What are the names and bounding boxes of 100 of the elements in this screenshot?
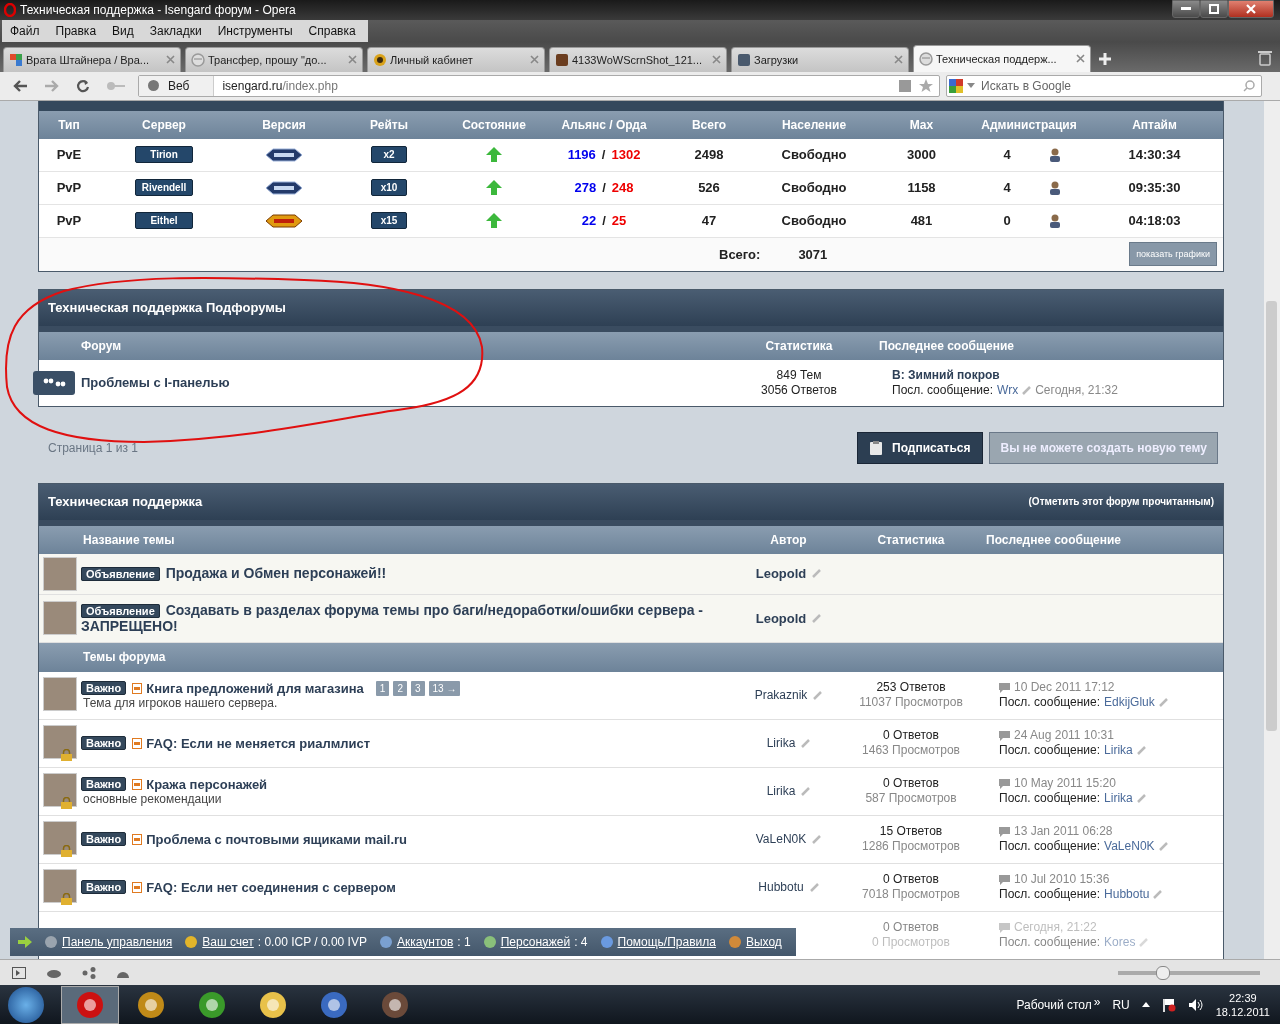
- horde-count: 248: [611, 180, 634, 196]
- forum-icon[interactable]: [33, 370, 75, 395]
- forum-link[interactable]: Проблемы с I-панелью: [81, 375, 230, 391]
- app-icon: [380, 989, 410, 1020]
- user-link[interactable]: Hubbotu: [1104, 887, 1150, 903]
- author-link[interactable]: Leopold: [755, 566, 807, 582]
- person-icon[interactable]: [1048, 180, 1061, 195]
- tag-icon: [812, 569, 822, 579]
- zone-label: Веб: [168, 78, 190, 93]
- server-badge: Tirion: [135, 146, 193, 164]
- author-link[interactable]: Prakaznik: [754, 688, 808, 703]
- browser-tab[interactable]: Загрузки: [731, 46, 909, 72]
- browser-tab[interactable]: Трансфер, прошу "до...: [185, 46, 363, 72]
- back-icon[interactable]: [12, 78, 28, 93]
- toolbar-link[interactable]: Ваш счет: [202, 934, 254, 949]
- reload-icon[interactable]: [76, 78, 90, 93]
- table-cell-text: Свободно: [780, 213, 848, 229]
- clock[interactable]: 22:39 18.12.2011: [1215, 990, 1270, 1019]
- author-link[interactable]: Hubbotu: [758, 880, 804, 895]
- toolbar-link[interactable]: Помощь/Правила: [617, 934, 716, 949]
- toolbar-value: : 1: [457, 934, 471, 949]
- app-icon: [136, 989, 166, 1020]
- topic-title[interactable]: Проблема с почтовыми ящиками mail.ru: [146, 831, 408, 847]
- scrollbar[interactable]: [1264, 100, 1280, 960]
- topic-title[interactable]: Объявление Создавать в разделах форума темы про баги/недоработки/ошибки сервера - ЗАПРЕЩЕНО!: [81, 602, 741, 634]
- favicon-icon: [373, 52, 387, 67]
- new-tab-icon[interactable]: [1099, 52, 1111, 65]
- author-link[interactable]: Lirika: [766, 736, 796, 751]
- panel-toggle-icon[interactable]: [12, 966, 26, 979]
- views-count: 587 Просмотров: [865, 791, 957, 807]
- topic-title[interactable]: Объявление Продажа и Обмен персонажей!!: [81, 565, 741, 582]
- toolbar-link[interactable]: Аккаунтов: [396, 934, 454, 949]
- taskbar-button[interactable]: [61, 985, 119, 1024]
- share-icon[interactable]: [82, 966, 96, 979]
- zoom-slider[interactable]: [1118, 965, 1260, 980]
- replies-count: 0 Ответов: [883, 920, 939, 936]
- arrow-right-icon[interactable]: [18, 935, 32, 948]
- star-icon[interactable]: [919, 78, 933, 93]
- feed-icon[interactable]: [899, 79, 911, 92]
- user-link[interactable]: Wrx: [997, 382, 1019, 398]
- user-link[interactable]: EdkijGluk: [1104, 695, 1155, 711]
- menu-item[interactable]: Файл: [2, 19, 48, 42]
- table-cell-text: 2498: [693, 147, 725, 163]
- topic-title[interactable]: FAQ: Если не меняется риалмлист: [146, 735, 371, 751]
- toolbar-link[interactable]: Выход: [745, 934, 782, 949]
- horde-count: 25: [611, 213, 627, 229]
- language-indicator[interactable]: RU: [1112, 997, 1130, 1012]
- table-cell-text: 04:18:03: [1127, 213, 1182, 229]
- maximize-button[interactable]: [1200, 0, 1228, 18]
- table-cell-text: 14:30:34: [1127, 147, 1182, 163]
- sticky-tag: Важно: [81, 832, 127, 847]
- person-icon[interactable]: [1048, 147, 1061, 162]
- address-field[interactable]: Веб isengard.ru/index.php: [138, 74, 940, 97]
- last-post-title[interactable]: В: Зимний покров: [892, 367, 1223, 383]
- last-post-label: Посл. сообщение:: [999, 743, 1101, 759]
- table-cell-text: 09:35:30: [1127, 180, 1182, 196]
- menu-item[interactable]: Вид: [104, 19, 142, 42]
- trash-icon[interactable]: [1258, 49, 1272, 66]
- topic-title[interactable]: FAQ: Если нет соединения с сервером: [146, 879, 396, 895]
- security-zone[interactable]: Веб: [139, 75, 215, 96]
- show-hidden-icons-icon[interactable]: [1141, 1002, 1150, 1007]
- browser-tab[interactable]: Личный кабинет: [367, 46, 545, 72]
- dropdown-icon[interactable]: [967, 83, 975, 89]
- user-link[interactable]: Lirika: [1104, 743, 1133, 759]
- flag-icon[interactable]: [1161, 997, 1176, 1012]
- topic-title[interactable]: Книга предложений для магазина: [146, 680, 364, 696]
- separator: /: [602, 213, 606, 229]
- browser-tab[interactable]: 4133WoWScrnShot_121...: [549, 46, 727, 72]
- toolbar-link[interactable]: Панель управления: [62, 934, 173, 949]
- tag-icon: [1158, 698, 1168, 708]
- cloud-icon[interactable]: [46, 967, 62, 978]
- post-date: 10 May 2011 15:20: [1014, 776, 1116, 792]
- tag-icon: [1158, 842, 1168, 852]
- user-link[interactable]: Lirika: [1104, 791, 1133, 807]
- person-icon[interactable]: [1048, 213, 1061, 228]
- globe-icon: [147, 79, 160, 93]
- user-icon: [378, 934, 393, 949]
- author-link[interactable]: VaLeN0K: [755, 832, 807, 847]
- desktop-toolbar[interactable]: Рабочий стол: [1016, 997, 1092, 1012]
- speaker-icon[interactable]: [1187, 997, 1204, 1012]
- topic-title[interactable]: Кража персонажей: [146, 776, 268, 792]
- close-button[interactable]: [1228, 0, 1274, 18]
- author-link[interactable]: Leopold: [755, 610, 807, 626]
- topic-description: основные рекомендации: [83, 791, 222, 806]
- search-field[interactable]: Искать в Google: [946, 74, 1262, 97]
- author-link[interactable]: Lirika: [766, 784, 796, 799]
- close-icon[interactable]: [1076, 54, 1085, 64]
- browser-tab[interactable]: Техническая поддерж...: [913, 44, 1091, 72]
- browser-tab[interactable]: Врата Штайнера / Вра...: [3, 46, 181, 72]
- subscribe-button[interactable]: Подписаться: [857, 431, 984, 464]
- toolbar-chevron[interactable]: »: [1093, 994, 1101, 1009]
- exit-icon: [727, 934, 742, 949]
- minimize-button[interactable]: [1172, 0, 1200, 18]
- replies-count: 253 Ответов: [876, 680, 946, 696]
- toolbar-link[interactable]: Персонажей: [500, 934, 571, 949]
- avatar-placeholder: [43, 869, 77, 904]
- start-button[interactable]: [8, 986, 44, 1023]
- user-link[interactable]: VaLeN0K: [1104, 839, 1155, 855]
- mark-read-link[interactable]: (Отметить этот форум прочитанным): [1028, 496, 1214, 508]
- favicon-icon: [555, 52, 569, 67]
